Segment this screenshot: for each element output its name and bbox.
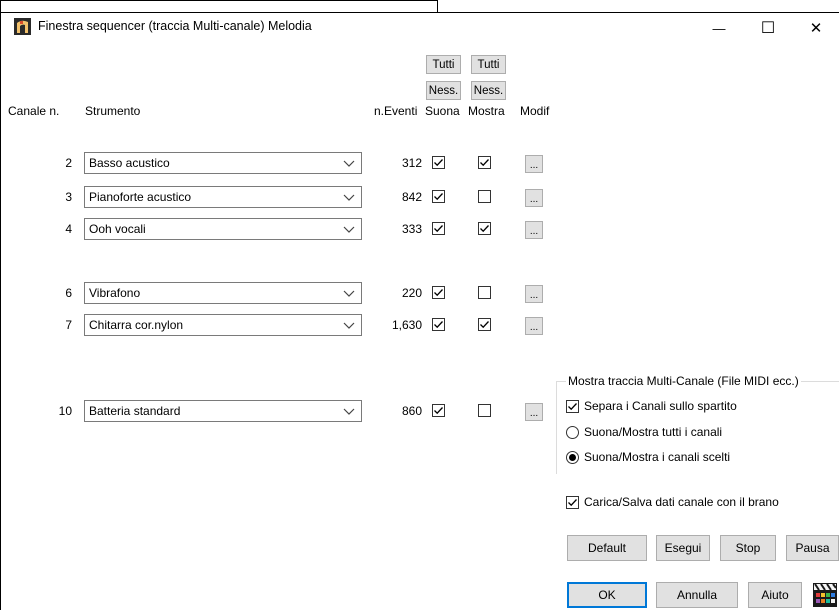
edit-button[interactable]: ... [525, 403, 543, 421]
show-header: Mostra [468, 104, 505, 118]
show-checkbox[interactable] [478, 318, 491, 331]
pause-button[interactable]: Pausa [786, 535, 839, 561]
event-count: 333 [401, 222, 422, 236]
edit-button[interactable]: ... [525, 285, 543, 303]
load-save-checkbox[interactable] [566, 496, 579, 509]
ok-button[interactable]: OK [567, 582, 647, 608]
event-count: 1,630 [391, 318, 422, 332]
minimize-button[interactable]: — [696, 14, 742, 42]
chevron-down-icon [343, 160, 355, 167]
event-count: 860 [401, 404, 422, 418]
show-checkbox[interactable] [478, 190, 491, 203]
show-checkbox[interactable] [478, 156, 491, 169]
display-options-label: Mostra traccia Multi-Canale (File MIDI e… [566, 374, 801, 388]
event-count: 842 [401, 190, 422, 204]
separate-channels-checkbox[interactable] [566, 400, 579, 413]
instrument-value: Ooh vocali [89, 222, 146, 236]
instrument-select[interactable]: Batteria standard [84, 400, 362, 422]
show-checkbox[interactable] [478, 286, 491, 299]
channel-number: 3 [65, 190, 72, 204]
edit-button[interactable]: ... [525, 155, 543, 173]
close-button[interactable]: ✕ [793, 14, 839, 42]
edit-button[interactable]: ... [525, 221, 543, 239]
instrument-select[interactable]: Ooh vocali [84, 218, 362, 240]
sequencer-window [0, 12, 839, 610]
play-checkbox[interactable] [432, 404, 445, 417]
play-all-button[interactable]: Tutti [426, 55, 461, 74]
minimize-icon: — [712, 20, 726, 36]
checkmark-icon [434, 159, 443, 167]
channel-number: 4 [65, 222, 72, 236]
close-icon: ✕ [809, 20, 823, 37]
show-checkbox[interactable] [478, 404, 491, 417]
play-checkbox[interactable] [432, 286, 445, 299]
events-header: n.Eventi [374, 104, 418, 118]
play-checkbox[interactable] [432, 190, 445, 203]
stop-button[interactable]: Stop [720, 535, 776, 561]
chevron-down-icon [343, 194, 355, 201]
default-button[interactable]: Default [567, 535, 647, 561]
checkmark-icon [480, 159, 489, 167]
background-window-edge [0, 0, 438, 12]
checkmark-icon [568, 403, 577, 411]
show-all-button[interactable]: Tutti [471, 55, 506, 74]
event-count: 312 [401, 156, 422, 170]
checkmark-icon [434, 225, 443, 233]
app-icon [14, 18, 31, 35]
edit-button[interactable]: ... [525, 189, 543, 207]
play-none-button[interactable]: Ness. [426, 81, 461, 100]
edit-button[interactable]: ... [525, 317, 543, 335]
play-checkbox[interactable] [432, 222, 445, 235]
chevron-down-icon [343, 290, 355, 297]
show-all-channels-label: Suona/Mostra tutti i canali [584, 425, 723, 439]
load-save-label: Carica/Salva dati canale con il brano [584, 495, 779, 509]
show-checkbox[interactable] [478, 222, 491, 235]
clapperboard-icon[interactable] [813, 583, 837, 607]
checkmark-icon [480, 225, 489, 233]
event-count: 220 [401, 286, 422, 300]
instrument-value: Chitarra cor.nylon [89, 318, 184, 332]
checkmark-icon [434, 289, 443, 297]
show-selected-channels-radio[interactable] [566, 451, 579, 464]
instrument-select[interactable]: Vibrafono [84, 282, 362, 304]
cancel-button[interactable]: Annulla [656, 582, 738, 608]
maximize-button[interactable]: ☐ [745, 14, 791, 42]
instrument-value: Pianoforte acustico [89, 190, 192, 204]
channel-header: Canale n. [8, 104, 60, 118]
instrument-select[interactable]: Pianoforte acustico [84, 186, 362, 208]
checkmark-icon [480, 321, 489, 329]
instrument-value: Basso acustico [89, 156, 170, 170]
instrument-value: Batteria standard [89, 404, 181, 418]
checkmark-icon [434, 193, 443, 201]
play-checkbox[interactable] [432, 156, 445, 169]
help-button[interactable]: Aiuto [748, 582, 802, 608]
show-none-button[interactable]: Ness. [471, 81, 506, 100]
chevron-down-icon [343, 322, 355, 329]
instrument-header: Strumento [85, 104, 141, 118]
checkmark-icon [434, 321, 443, 329]
channel-number: 10 [58, 404, 72, 418]
channel-number: 2 [65, 156, 72, 170]
chevron-down-icon [343, 408, 355, 415]
checkmark-icon [434, 407, 443, 415]
channel-number: 7 [65, 318, 72, 332]
instrument-select[interactable]: Chitarra cor.nylon [84, 314, 362, 336]
show-selected-channels-label: Suona/Mostra i canali scelti [584, 450, 731, 464]
separate-channels-label: Separa i Canali sullo spartito [584, 399, 737, 413]
play-button[interactable]: Esegui [656, 535, 710, 561]
channel-number: 6 [65, 286, 72, 300]
instrument-select[interactable]: Basso acustico [84, 152, 362, 174]
instrument-value: Vibrafono [89, 286, 141, 300]
show-all-channels-radio[interactable] [566, 426, 579, 439]
maximize-icon: ☐ [760, 20, 776, 37]
window-title: Finestra sequencer (traccia Multi-canale… [38, 19, 312, 33]
play-checkbox[interactable] [432, 318, 445, 331]
checkmark-icon [568, 499, 577, 507]
chevron-down-icon [343, 226, 355, 233]
play-header: Suona [425, 104, 460, 118]
edit-header: Modif [520, 104, 550, 118]
